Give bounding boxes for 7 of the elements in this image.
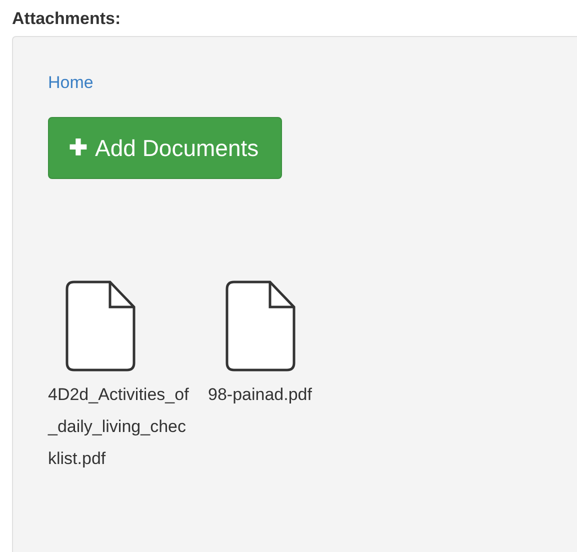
breadcrumb-link[interactable]: Home [48, 73, 94, 93]
document-icon[interactable] [64, 279, 138, 373]
section-heading: Attachments: [12, 8, 122, 30]
plus-icon: ✚ [69, 135, 87, 161]
document-icon[interactable] [224, 279, 298, 373]
file-name[interactable]: 98-painad.pdf [208, 379, 350, 411]
file-name[interactable]: 4D2d_Activities_of_daily_living_checklist.pdf [48, 379, 190, 475]
